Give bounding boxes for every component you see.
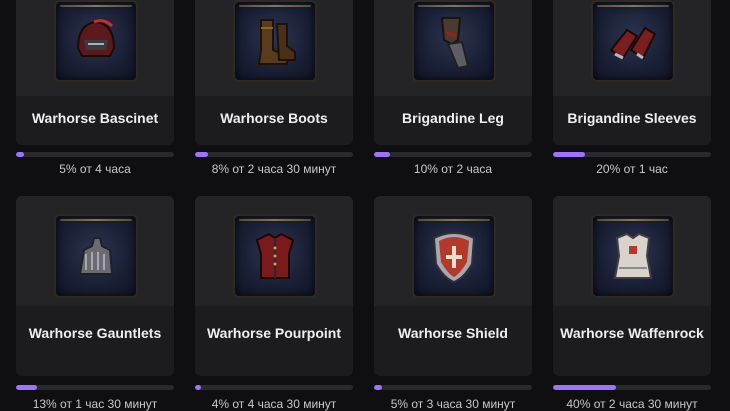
progress-bar	[16, 385, 174, 390]
progress-caption: 10% от 2 часа	[413, 162, 493, 176]
drop-card[interactable]: Warhorse Boots	[195, 0, 353, 145]
shield-icon	[412, 214, 496, 298]
drop-card[interactable]: Warhorse Bascinet	[16, 0, 174, 145]
sleeves-icon	[591, 0, 675, 82]
progress-bar	[553, 152, 711, 157]
drop-card[interactable]: Warhorse Shield	[374, 196, 532, 376]
gauntlets-icon	[54, 214, 138, 298]
progress-caption: 13% от 1 час 30 минут	[32, 397, 158, 411]
progress-caption: 5% от 4 часа	[59, 162, 131, 176]
drop-card[interactable]: Warhorse Waffenrock	[553, 196, 711, 376]
progress-bar	[374, 385, 532, 390]
drop-card[interactable]: Warhorse Pourpoint	[195, 196, 353, 376]
progress-caption: 4% от 4 часа 30 минут	[211, 397, 337, 411]
progress-bar	[16, 152, 174, 157]
progress-caption: 20% от 1 час	[596, 162, 668, 176]
item-name: Brigandine Sleeves	[567, 110, 697, 126]
progress-bar	[553, 385, 711, 390]
pourpoint-icon	[233, 214, 317, 298]
leg-armor-icon	[412, 0, 496, 82]
item-name: Brigandine Leg	[402, 110, 504, 126]
progress-bar	[374, 152, 532, 157]
helmet-icon	[54, 0, 138, 82]
progress-caption: 40% от 2 часа 30 минут	[566, 397, 698, 411]
progress-bar	[195, 385, 353, 390]
drop-card[interactable]: Brigandine Sleeves	[553, 0, 711, 145]
item-name: Warhorse Waffenrock	[560, 325, 704, 341]
drop-card[interactable]: Warhorse Gauntlets	[16, 196, 174, 376]
item-name: Warhorse Pourpoint	[206, 325, 342, 341]
drop-card[interactable]: Brigandine Leg	[374, 0, 532, 145]
boots-icon	[233, 0, 317, 82]
item-name: Warhorse Boots	[220, 110, 328, 126]
progress-bar	[195, 152, 353, 157]
progress-caption: 5% от 3 часа 30 минут	[390, 397, 516, 411]
item-name: Warhorse Gauntlets	[28, 325, 162, 341]
waffenrock-icon	[591, 214, 675, 298]
progress-caption: 8% от 2 часа 30 минут	[211, 162, 337, 176]
item-name: Warhorse Shield	[398, 325, 508, 341]
item-name: Warhorse Bascinet	[31, 110, 159, 126]
